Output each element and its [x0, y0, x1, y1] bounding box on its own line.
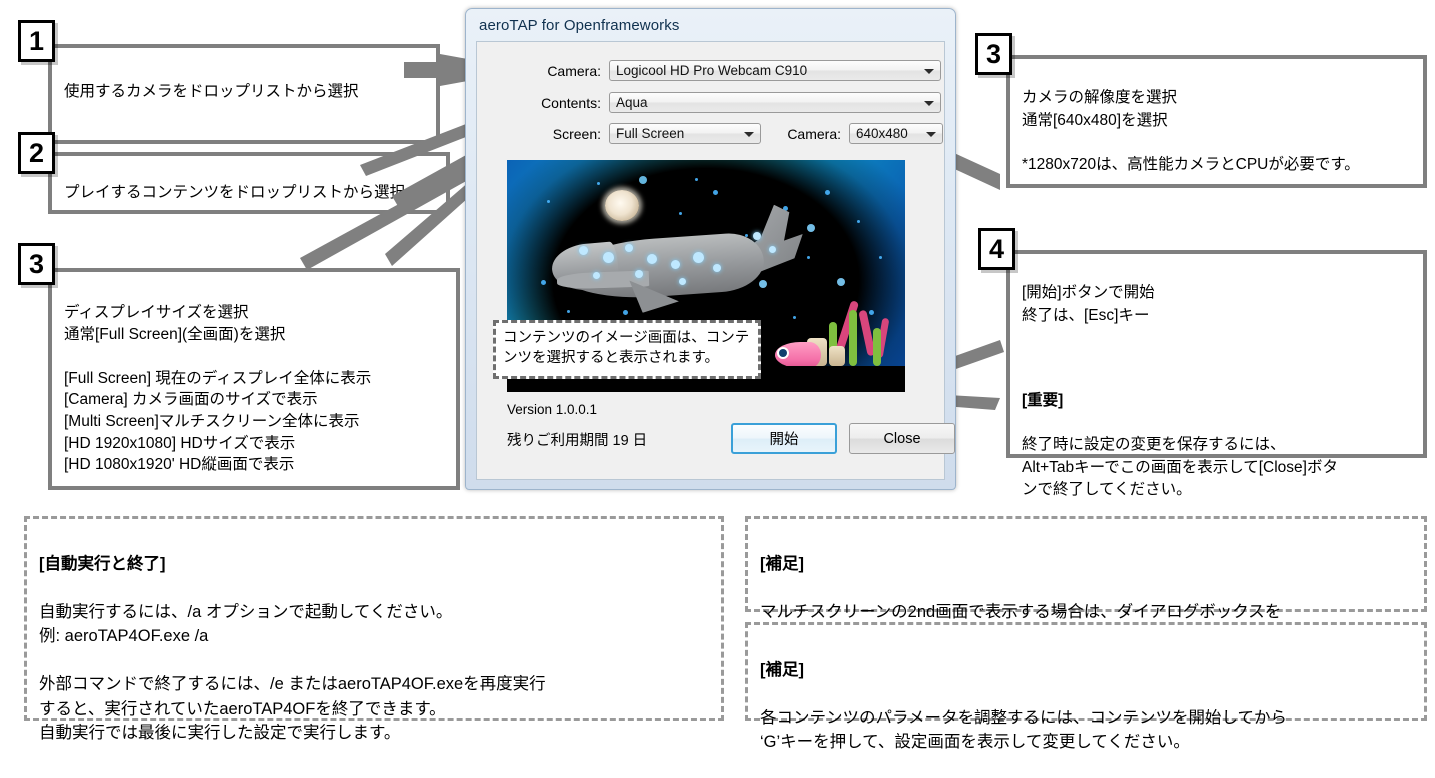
- camera-resolution-select[interactable]: 640x480: [849, 123, 943, 144]
- version-label: Version 1.0.0.1: [507, 402, 598, 417]
- callout-badge-3-right: 3: [975, 33, 1012, 75]
- chevron-down-icon: [926, 132, 936, 137]
- camera-resolution-label: Camera:: [787, 125, 841, 142]
- chevron-down-icon: [744, 132, 754, 137]
- chevron-down-icon: [924, 69, 934, 74]
- start-button[interactable]: 開始: [731, 423, 837, 454]
- callout-badge-4: 4: [978, 228, 1015, 270]
- camera-select-value: Logicool HD Pro Webcam C910: [616, 63, 808, 78]
- screen-label: Screen:: [552, 125, 601, 142]
- dialog-client-area: Camera: Logicool HD Pro Webcam C910 Cont…: [476, 41, 955, 480]
- screen-select-value: Full Screen: [616, 126, 685, 141]
- contents-label: Contents:: [541, 94, 601, 111]
- callout-badge-2: 2: [18, 132, 55, 174]
- camera-select[interactable]: Logicool HD Pro Webcam C910: [609, 60, 941, 81]
- pufferfish: [605, 190, 639, 221]
- contents-select-value: Aqua: [616, 95, 648, 110]
- callout-badge-1: 1: [18, 20, 55, 62]
- dialog-title: aeroTAP for Openframeworks: [479, 17, 680, 34]
- screen-select[interactable]: Full Screen: [609, 123, 761, 144]
- camera-resolution-value: 640x480: [856, 126, 908, 141]
- close-button[interactable]: Close: [849, 423, 955, 454]
- pink-fish: [775, 342, 821, 368]
- remaining-days-label: 残りご利用期間 19 日: [507, 433, 648, 449]
- contents-select[interactable]: Aqua: [609, 92, 941, 113]
- chevron-down-icon: [924, 101, 934, 106]
- callout-badge-3-left: 3: [18, 243, 55, 285]
- camera-label: Camera:: [547, 62, 601, 79]
- aerotap-dialog-window[interactable]: aeroTAP for Openframeworks Camera: Logic…: [465, 8, 956, 490]
- preview-tooltip: コンテンツのイメージ画面は、コンテンツを選択すると表示されます。: [493, 320, 761, 379]
